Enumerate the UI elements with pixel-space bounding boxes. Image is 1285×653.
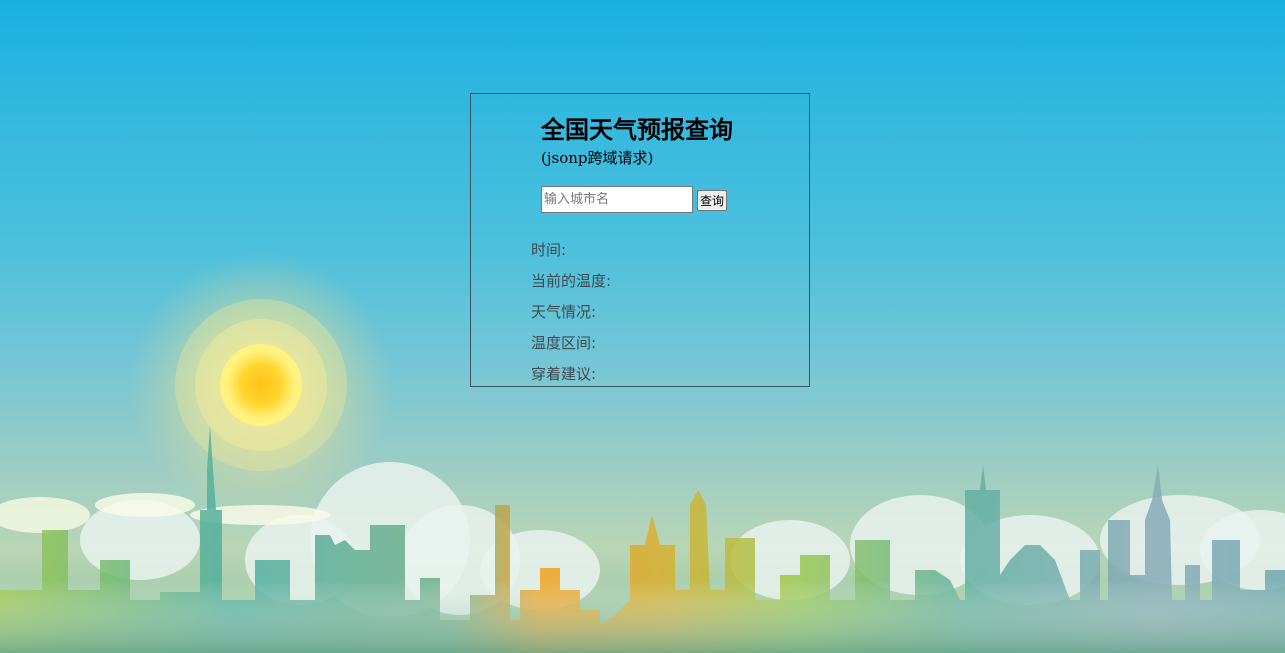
weather-condition-label: 天气情况: [531,303,597,321]
current-temperature-label: 当前的温度: [531,272,612,290]
city-search-input[interactable] [541,186,693,213]
weather-query-panel: 全国天气预报查询 (jsonp跨域请求) 查询 时间: 当前的温度: 天气情况:… [470,93,810,387]
time-label: 时间: [531,241,567,259]
page-title: 全国天气预报查询 [541,116,733,144]
temperature-range-label: 温度区间: [531,334,597,352]
page-subtitle: (jsonp跨域请求) [541,149,654,167]
ground-haze [0,580,1285,653]
query-button[interactable]: 查询 [697,190,728,211]
dressing-advice-label: 穿着建议: [531,365,597,383]
